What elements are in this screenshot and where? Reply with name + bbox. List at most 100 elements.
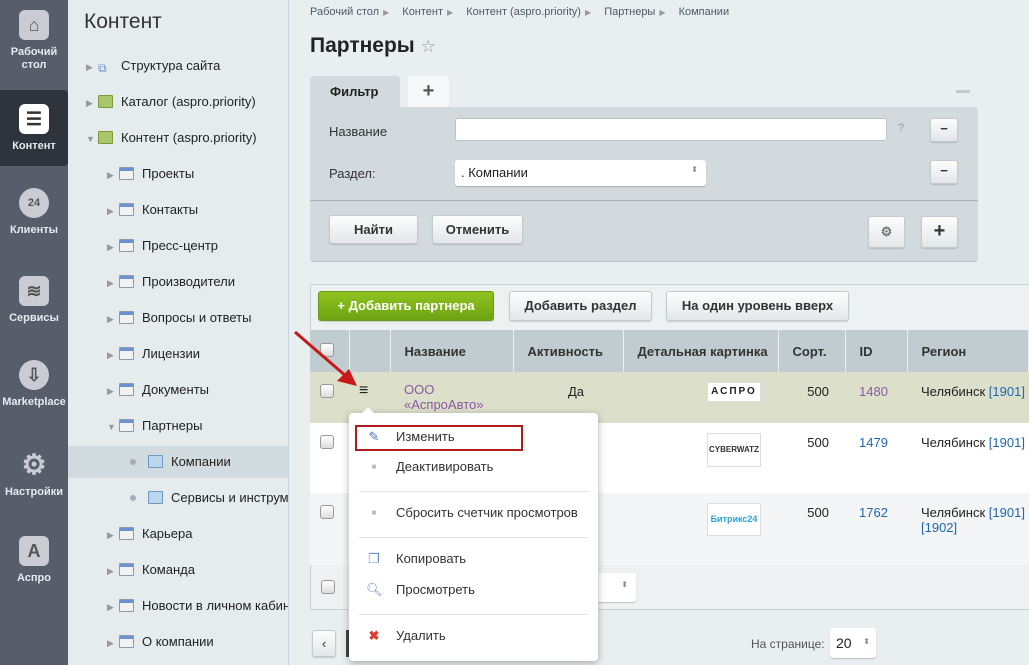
expand-right-icon[interactable]: ▶ [107,195,119,227]
col-picture[interactable]: Детальная картинка [623,330,779,372]
remove-section-field-button[interactable]: − [930,160,958,184]
region-id-link[interactable]: [1901] [989,384,1025,399]
row-name-link[interactable]: ООО «АспроАвто» [404,382,483,412]
highlight-box [355,425,523,451]
expand-right-icon[interactable]: ▶ [107,303,119,335]
tree-item-label: Пресс-центр [142,238,219,253]
tree-item[interactable]: ▶ О компании [68,626,288,658]
nav-desktop[interactable]: ⌂ Рабочий стол [0,10,68,72]
row-checkbox[interactable] [320,435,334,449]
menu-item-deactivate[interactable]: ■ Деактивировать [349,454,598,480]
expand-right-icon[interactable]: ▶ [107,159,119,191]
row-checkbox[interactable] [320,505,334,519]
nav-services[interactable]: ≋ Сервисы [0,276,68,325]
tree-item-label: Вопросы и ответы [142,310,252,325]
expand-right-icon[interactable]: ▶ [86,51,98,83]
col-name[interactable]: Название [390,330,514,372]
iblock-icon [119,203,134,216]
cancel-button[interactable]: Отменить [432,215,523,244]
expand-right-icon[interactable]: ▶ [107,591,119,623]
nav-marketplace[interactable]: ⇩ Marketplace [0,360,68,409]
per-page-select[interactable]: 20 ⬍ [830,628,876,658]
tree-item[interactable]: Сервисы и инструменты [68,482,288,514]
iblock-icon [119,239,134,252]
expand-right-icon[interactable]: ▶ [107,375,119,407]
iblock-icon [119,635,134,648]
expand-right-icon[interactable]: ▶ [107,231,119,263]
tree-item[interactable]: ▶ Производители [68,266,288,298]
tree-item[interactable]: ▶ Контакты [68,194,288,226]
nav-aspro[interactable]: A Аспро [0,536,68,585]
breadcrumb-item[interactable]: Рабочий стол [310,6,379,18]
col-sort[interactable]: Сорт. [778,330,846,372]
clients-24-icon: 24 [19,188,49,218]
tree-item[interactable]: ▼ Партнеры [68,410,288,442]
tree-item[interactable]: ▶ Новости в личном кабинете [68,590,288,622]
expand-down-icon[interactable]: ▼ [86,123,98,155]
find-button[interactable]: Найти [329,215,418,244]
remove-name-field-button[interactable]: − [930,118,958,142]
filter-tab[interactable]: Фильтр [310,76,400,108]
tree-item-label: Команда [142,562,195,577]
layers-icon: ≋ [19,276,49,306]
expand-right-icon[interactable]: ▶ [107,267,119,299]
name-input[interactable] [455,118,887,141]
footer-checkbox[interactable] [321,580,335,594]
tree-item[interactable]: ▼ Контент (aspro.priority) [68,122,288,154]
section-select[interactable]: . Компании ⬍ [455,160,706,186]
menu-item-reset-views[interactable]: ■ Сбросить счетчик просмотров [349,500,598,526]
row-id-link[interactable]: 1762 [859,505,888,520]
tree-item[interactable]: ▶ Лицензии [68,338,288,370]
row-id-link[interactable]: 1480 [859,384,888,399]
add-filter-field-button[interactable]: + [921,216,958,248]
col-region[interactable]: Регион [907,330,1029,372]
expand-down-icon[interactable]: ▼ [107,411,119,443]
iblock-icon [119,311,134,324]
iblock-icon [119,347,134,360]
expand-right-icon[interactable]: ▶ [107,519,119,551]
collapse-filter-icon[interactable] [956,90,970,93]
tree-item[interactable]: Компании [68,446,288,478]
star-icon[interactable]: ☆ [421,37,436,56]
add-section-button[interactable]: Добавить раздел [509,291,652,321]
add-partner-button[interactable]: + Добавить партнера [318,291,494,321]
tree-item[interactable]: ▶ Карьера [68,518,288,550]
row-id-link[interactable]: 1479 [859,435,888,450]
menu-item-delete[interactable]: ✖ Удалить [349,623,598,649]
tree-item-label: Производители [142,274,236,289]
row-region: Челябинск [921,384,986,399]
region-id-link[interactable]: [1901] [989,505,1025,520]
breadcrumb-item[interactable]: Партнеры [604,6,655,18]
tree-item[interactable]: ▶ Команда [68,554,288,586]
menu-item-view[interactable]: 🔍︎ Просмотреть [349,577,598,603]
expand-right-icon[interactable]: ▶ [107,339,119,371]
expand-right-icon[interactable]: ▶ [86,87,98,119]
tree-item[interactable]: ▶ Документы [68,374,288,406]
tree-item[interactable]: ▶ ⧉ Структура сайта [68,50,288,82]
tree-item[interactable]: ▶ Проекты [68,158,288,190]
breadcrumb-item[interactable]: Контент (aspro.priority) [466,6,581,18]
region-id-link[interactable]: [1901] [989,435,1025,450]
nav-clients[interactable]: 24 Клиенты [0,188,68,237]
prev-page-button[interactable]: ‹ [312,630,336,657]
help-icon[interactable]: ? [898,122,904,134]
tree-item-label: Каталог (aspro.priority) [121,94,256,109]
expand-right-icon[interactable]: ▶ [107,627,119,659]
content-tree: Контент ▶ ⧉ Структура сайта ▶ Каталог (aspro… [68,0,289,665]
tree-item[interactable]: ▶ Вопросы и ответы [68,302,288,334]
row-sort: 500 [807,384,829,399]
breadcrumb-item[interactable]: Компании [679,6,730,18]
nav-content[interactable]: ☰ Контент [0,90,68,166]
level-up-button[interactable]: На один уровень вверх [666,291,849,321]
col-active[interactable]: Активность [513,330,624,372]
breadcrumb-item[interactable]: Контент [402,6,443,18]
filter-settings-gear-icon[interactable]: ⚙ [868,216,905,248]
nav-settings[interactable]: ⚙ Настройки [0,450,68,499]
col-id[interactable]: ID [845,330,908,372]
region-id-link[interactable]: [1902] [921,520,957,535]
tree-item[interactable]: ▶ Пресс-центр [68,230,288,262]
menu-item-copy[interactable]: ❐ Копировать [349,546,598,572]
add-filter-tab[interactable]: + [408,76,449,107]
tree-item[interactable]: ▶ Каталог (aspro.priority) [68,86,288,118]
expand-right-icon[interactable]: ▶ [107,555,119,587]
